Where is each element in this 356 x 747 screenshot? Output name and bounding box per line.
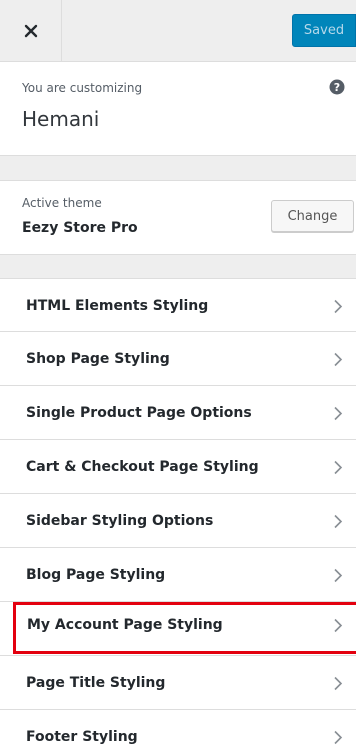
menu-item-label: Blog Page Styling: [26, 567, 166, 583]
section-gap: [0, 255, 356, 278]
customizer-header: Saved: [0, 0, 356, 62]
chevron-right-icon: [334, 406, 343, 421]
active-theme-name: Eezy Store Pro: [22, 220, 138, 236]
menu-item-label: HTML Elements Styling: [26, 298, 209, 314]
chevron-right-icon: [334, 460, 343, 475]
menu-item-page-title-styling[interactable]: Page Title Styling: [0, 656, 356, 710]
chevron-right-icon: [334, 514, 343, 529]
site-name: Hemani: [22, 107, 100, 131]
chevron-right-icon: [334, 568, 343, 583]
menu-item-label: My Account Page Styling: [27, 617, 223, 633]
customizer-menu: HTML Elements Styling Shop Page Styling …: [0, 278, 356, 747]
close-button[interactable]: [0, 0, 62, 62]
active-theme-panel: Active theme Eezy Store Pro Change: [0, 180, 356, 255]
saved-button[interactable]: Saved: [292, 14, 356, 47]
menu-item-sidebar-styling-options[interactable]: Sidebar Styling Options: [0, 494, 356, 548]
menu-item-cart-checkout-page-styling[interactable]: Cart & Checkout Page Styling: [0, 440, 356, 494]
chevron-right-icon: [334, 299, 343, 314]
menu-item-label: Cart & Checkout Page Styling: [26, 459, 259, 475]
section-gap: [0, 156, 356, 180]
menu-item-label: Sidebar Styling Options: [26, 513, 214, 529]
menu-item-html-elements-styling[interactable]: HTML Elements Styling: [0, 278, 356, 332]
chevron-right-icon: [334, 352, 343, 367]
chevron-right-icon: [334, 676, 343, 691]
active-theme-label: Active theme: [22, 196, 102, 210]
menu-item-label: Footer Styling: [26, 729, 138, 745]
menu-item-label: Page Title Styling: [26, 675, 166, 691]
change-theme-button[interactable]: Change: [271, 200, 354, 232]
svg-text:?: ?: [334, 81, 340, 94]
menu-item-my-account-page-styling[interactable]: My Account Page Styling: [0, 602, 356, 656]
close-icon: [24, 24, 37, 38]
help-icon[interactable]: ?: [329, 79, 345, 95]
menu-item-blog-page-styling[interactable]: Blog Page Styling: [0, 548, 356, 602]
menu-item-single-product-page-options[interactable]: Single Product Page Options: [0, 386, 356, 440]
menu-item-label: Single Product Page Options: [26, 405, 252, 421]
customizing-info: You are customizing Hemani ?: [0, 62, 356, 156]
menu-item-footer-styling[interactable]: Footer Styling: [0, 710, 356, 747]
menu-item-label: Shop Page Styling: [26, 351, 170, 367]
menu-item-shop-page-styling[interactable]: Shop Page Styling: [0, 332, 356, 386]
chevron-right-icon: [334, 730, 343, 745]
customizing-label: You are customizing: [22, 81, 143, 95]
chevron-right-icon: [334, 618, 343, 633]
